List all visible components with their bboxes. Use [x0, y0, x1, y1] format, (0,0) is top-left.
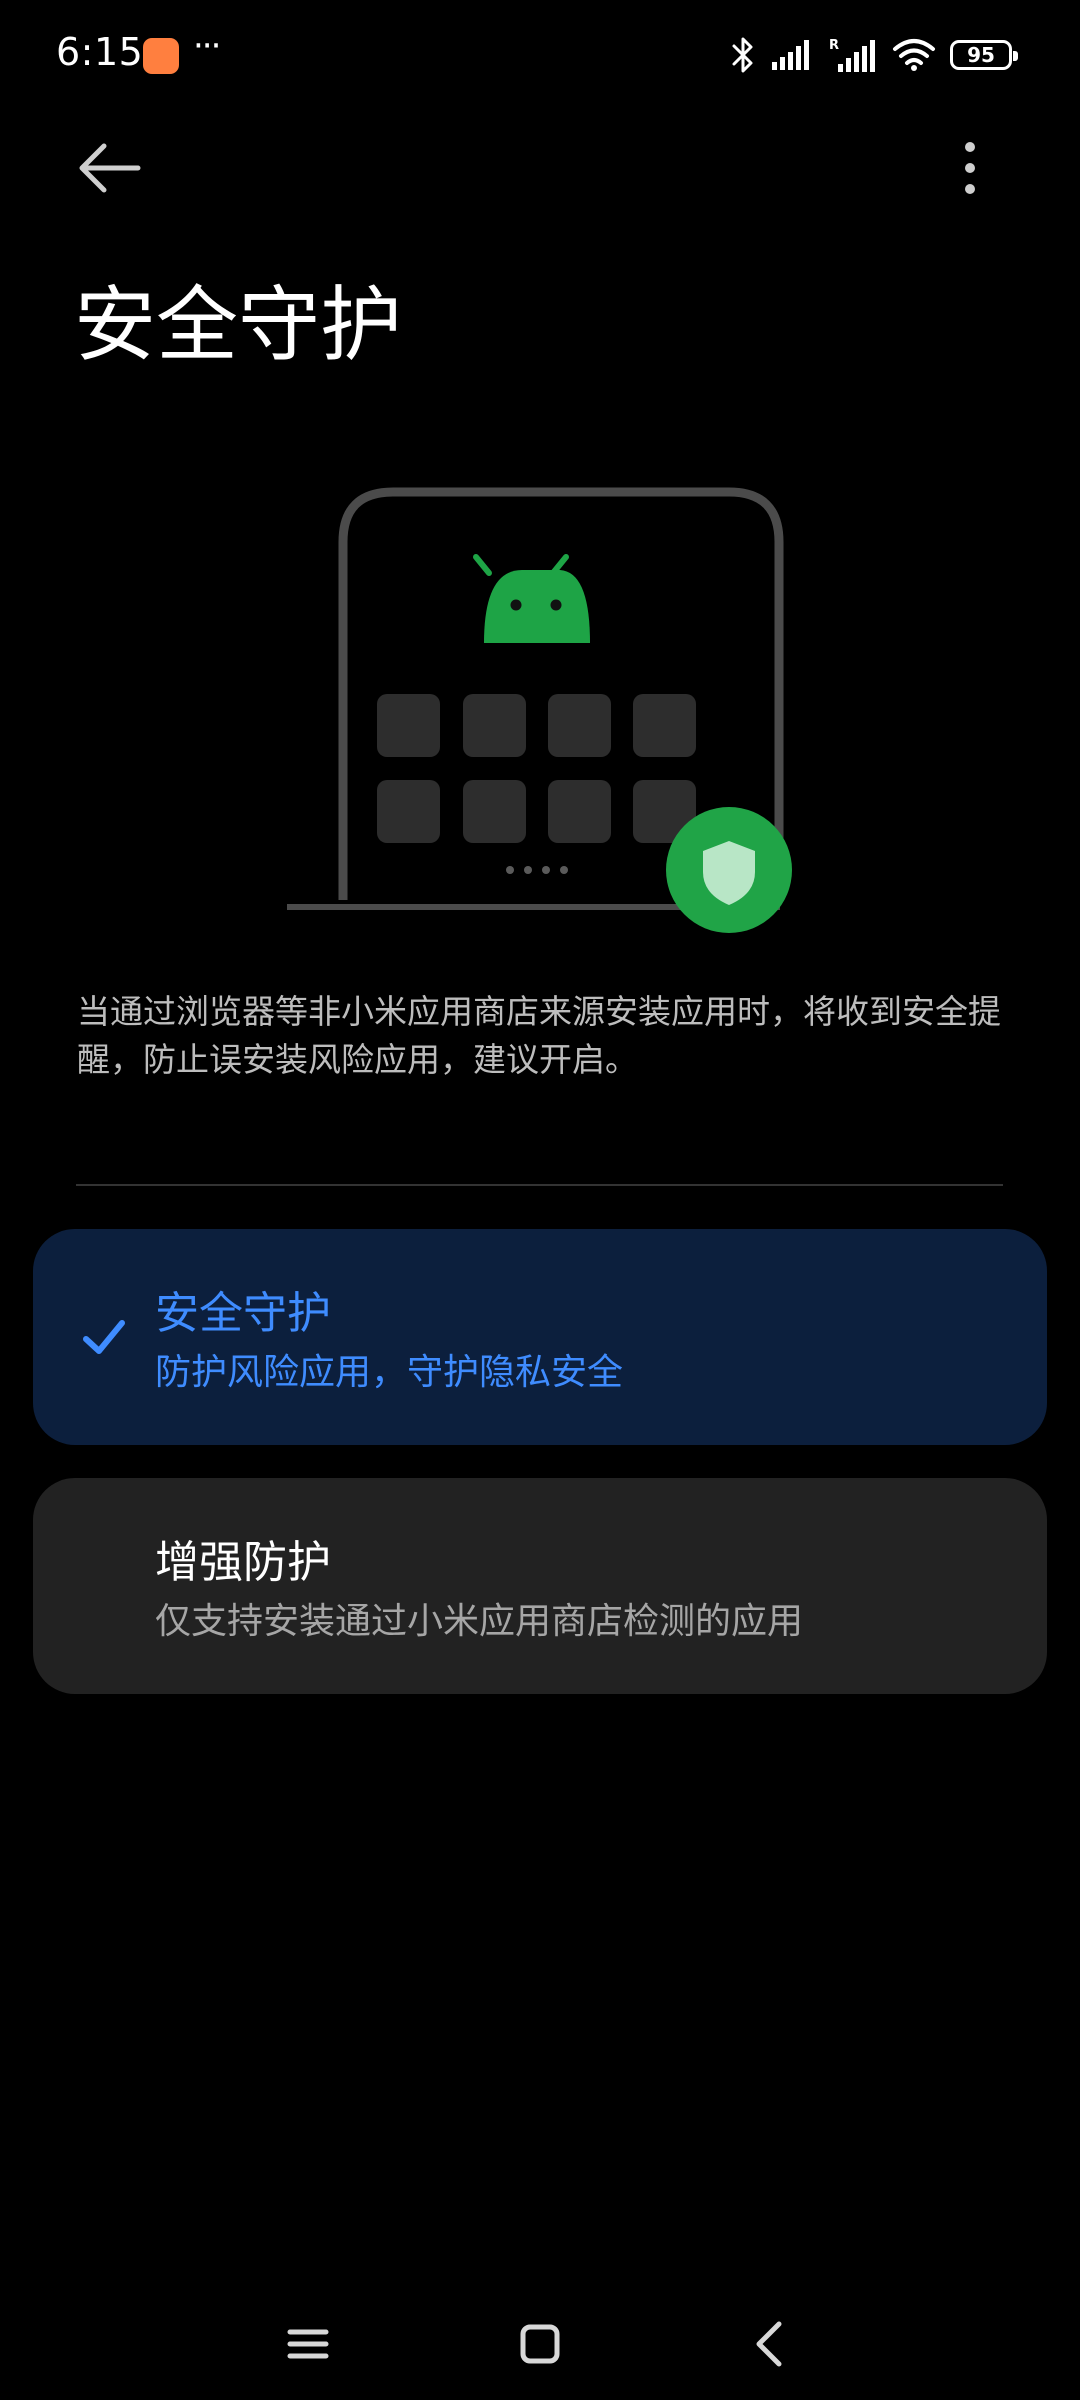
- more-vertical-icon[interactable]: [946, 135, 994, 205]
- option-safety-guard[interactable]: 安全守护 防护风险应用，守护隐私安全: [33, 1229, 1047, 1445]
- back-arrow-icon[interactable]: [72, 138, 152, 198]
- shield-icon: [666, 807, 792, 933]
- roaming-signal-icon: R: [829, 38, 875, 72]
- back-icon[interactable]: [741, 2314, 801, 2374]
- app-store-notification-icon: [143, 38, 179, 74]
- android-icon: [473, 554, 590, 643]
- security-illustration: [287, 487, 792, 933]
- option-title: 安全守护: [155, 1288, 331, 1339]
- status-time: 6:15: [56, 30, 144, 74]
- menu-icon[interactable]: [278, 2314, 338, 2374]
- status-icons: R 95: [730, 34, 1018, 76]
- option-enhanced-protection[interactable]: 增强防护 仅支持安装通过小米应用商店检测的应用: [33, 1478, 1047, 1694]
- bluetooth-icon: [732, 37, 753, 73]
- app-grid: [377, 694, 696, 843]
- feature-description: 当通过浏览器等非小米应用商店来源安装应用时，将收到安全提醒，防止误安装风险应用，…: [77, 992, 1001, 1079]
- status-bar: 6:15 ··· R 95: [0, 0, 1080, 115]
- svg-text:R: R: [829, 38, 839, 53]
- cellular-signal-icon: [772, 40, 809, 70]
- notification-more-icon: ···: [193, 26, 221, 66]
- divider: [76, 1184, 1003, 1186]
- option-title: 增强防护: [155, 1537, 331, 1588]
- page-title: 安全守护: [74, 278, 403, 373]
- battery-level: 95: [967, 43, 995, 67]
- checkmark-icon: [83, 1320, 125, 1354]
- wifi-icon: [893, 39, 935, 71]
- battery-icon: 95: [950, 40, 1018, 70]
- option-subtitle: 防护风险应用，守护隐私安全: [155, 1352, 624, 1393]
- option-subtitle: 仅支持安装通过小米应用商店检测的应用: [155, 1601, 804, 1642]
- navigation-bar: [0, 2300, 1080, 2400]
- home-icon[interactable]: [510, 2314, 570, 2374]
